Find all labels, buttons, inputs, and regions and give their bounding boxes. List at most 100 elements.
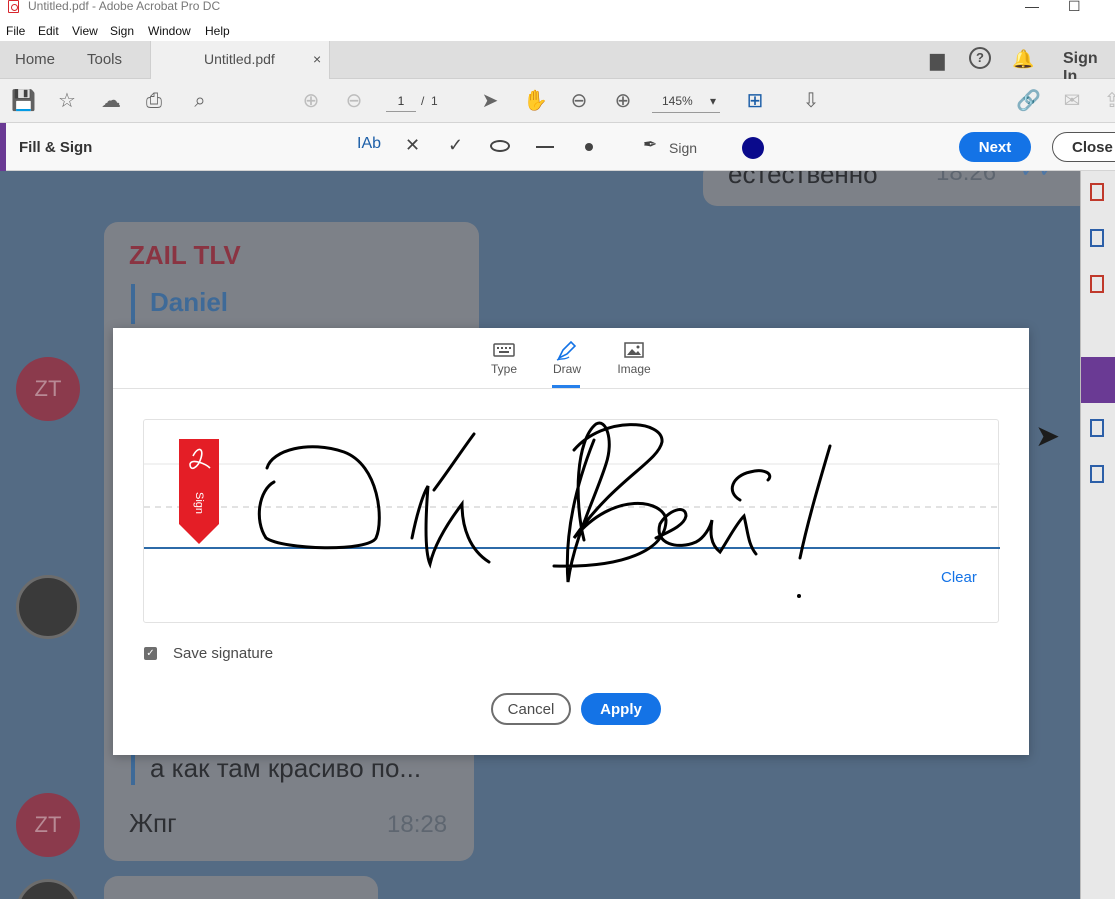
reply-quote-bar	[131, 284, 135, 324]
message-text: естественно	[728, 171, 878, 189]
menu-sign[interactable]: Sign	[110, 24, 134, 38]
add-text-tool[interactable]: IAb	[357, 135, 381, 153]
keyboard-icon	[493, 343, 515, 357]
avatar-photo	[16, 879, 80, 899]
right-tools-panel	[1080, 171, 1115, 899]
main-toolbar: 💾 ☆ ☁ ⎙ ⌕ ⊕ ⊖ 1 / 1 ➤ ✋ ⊖ ⊕ 145% ▾ ⊞ ⇩ 🔗 …	[0, 79, 1115, 123]
zoom-select[interactable]: 145% ▾	[652, 89, 720, 113]
page-total: 1	[431, 94, 438, 108]
tab-image[interactable]: Image	[611, 338, 657, 376]
tab-type-label: Type	[490, 362, 517, 376]
sign-pen-icon[interactable]: ✒	[643, 135, 657, 155]
acrobat-file-icon	[8, 0, 19, 13]
chat-message-partial	[104, 876, 378, 899]
flag-sign-label: Sign	[193, 492, 205, 514]
create-pdf-icon[interactable]	[1090, 229, 1104, 247]
active-tab-underline	[552, 385, 580, 388]
sign-tool-label[interactable]: Sign	[669, 140, 697, 156]
image-icon	[624, 342, 644, 358]
color-picker-swatch[interactable]	[742, 137, 764, 159]
save-icon[interactable]: 💾	[11, 89, 36, 113]
chat-message-top: естественно 18:26 ✓✓	[703, 171, 1080, 206]
avatar-photo	[16, 575, 80, 639]
tab-tools[interactable]: Tools	[87, 51, 122, 68]
page-display-icon[interactable]: ⊞	[743, 89, 767, 113]
upload-cloud-icon[interactable]: ☁	[99, 89, 123, 113]
tab-document[interactable]: Untitled.pdf ×	[150, 41, 330, 79]
help-icon[interactable]: ?	[969, 47, 991, 69]
signature-dialog: Type Draw Image Sign Clear ✓ Save signat…	[113, 328, 1029, 755]
ellipse-tool-icon[interactable]	[490, 140, 510, 152]
avatar: ZT	[16, 793, 80, 857]
select-cursor-icon[interactable]: ➤	[478, 89, 502, 113]
close-fill-sign-button[interactable]: Close	[1052, 132, 1115, 162]
signature-canvas[interactable]: Sign	[144, 420, 1000, 624]
zoom-value: 145%	[662, 94, 693, 108]
next-page-icon[interactable]: ⊖	[342, 89, 366, 113]
tab-bar: Home Tools Untitled.pdf × ▆ ? 🔔 Sign In	[0, 41, 1115, 85]
bell-icon[interactable]: 🔔	[1012, 49, 1034, 70]
menu-edit[interactable]: Edit	[38, 24, 59, 38]
tab-type[interactable]: Type	[481, 338, 527, 376]
prev-page-icon[interactable]: ⊕	[299, 89, 323, 113]
save-signature-label: Save signature	[173, 645, 274, 662]
email-icon[interactable]: ✉	[1060, 89, 1084, 113]
page-separator: /	[421, 94, 425, 108]
zoom-out-icon[interactable]: ⊖	[567, 89, 591, 113]
menu-file[interactable]: File	[6, 24, 25, 38]
signature-draw-area[interactable]: Sign	[143, 419, 1000, 624]
save-signature-checkbox[interactable]: ✓	[144, 647, 157, 660]
next-button[interactable]: Next	[959, 132, 1031, 162]
mouse-cursor-icon: ➤	[1035, 420, 1061, 453]
comment-icon[interactable]: ▆	[930, 49, 945, 72]
link-icon[interactable]: 🔗	[1016, 89, 1041, 113]
reply-name: Daniel	[150, 287, 229, 317]
print-icon[interactable]: ⎙	[142, 89, 166, 113]
close-tab-icon[interactable]: ×	[313, 51, 321, 67]
fill-sign-accent	[0, 123, 6, 171]
share-icon[interactable]: ⇪	[1100, 89, 1115, 113]
line-tool-icon[interactable]	[536, 146, 554, 148]
search-icon[interactable]: ⌕	[188, 89, 212, 113]
fill-sign-panel-item[interactable]	[1081, 357, 1115, 403]
avatar: ZT	[16, 357, 80, 421]
tab-draw-label: Draw	[552, 362, 581, 376]
fill-sign-toolbar: Fill & Sign IAb ✕ ✓ ✒ Sign Next Close	[0, 123, 1115, 171]
reply-quote-bar	[131, 751, 135, 785]
menu-help[interactable]: Help	[205, 24, 230, 38]
fill-sign-title: Fill & Sign	[19, 139, 93, 156]
hand-tool-icon[interactable]: ✋	[523, 89, 548, 113]
minimize-icon[interactable]: —	[1025, 0, 1039, 14]
sign-here-flag-icon: Sign	[179, 439, 219, 544]
message-text: Жпг	[129, 808, 177, 838]
pen-icon	[556, 340, 577, 361]
page-number-input[interactable]: 1	[386, 90, 416, 112]
tab-home[interactable]: Home	[15, 51, 55, 68]
scroll-mode-icon[interactable]: ⇩	[799, 89, 823, 113]
edit-pdf-icon[interactable]	[1090, 419, 1104, 437]
menu-view[interactable]: View	[72, 24, 98, 38]
clear-link[interactable]: Clear	[941, 569, 977, 586]
message-time: 18:26	[936, 171, 997, 186]
zoom-in-icon[interactable]: ⊕	[611, 89, 635, 113]
cross-mark-icon[interactable]: ✕	[405, 135, 420, 156]
cancel-button[interactable]: Cancel	[491, 693, 571, 725]
star-icon[interactable]: ☆	[55, 89, 79, 113]
window-title: Untitled.pdf - Adobe Acrobat Pro DC	[28, 0, 221, 13]
export-pdf-icon[interactable]	[1090, 183, 1104, 201]
chevron-down-icon: ▾	[709, 94, 716, 108]
dot-tool-icon[interactable]	[585, 143, 593, 151]
window-titlebar: Untitled.pdf - Adobe Acrobat Pro DC — ☐	[0, 0, 1115, 22]
organize-pages-icon[interactable]	[1090, 465, 1104, 483]
apply-button[interactable]: Apply	[581, 693, 661, 725]
message-time: 18:28	[387, 811, 448, 838]
tab-draw[interactable]: Draw	[544, 338, 590, 376]
read-checkmarks-icon: ✓✓	[1020, 171, 1057, 183]
sender-name: ZAIL TLV	[129, 240, 241, 270]
checkmark-icon[interactable]: ✓	[448, 135, 463, 156]
menu-window[interactable]: Window	[148, 24, 191, 38]
signature-mode-tabs: Type Draw Image	[113, 328, 1029, 389]
maximize-icon[interactable]: ☐	[1068, 0, 1081, 15]
combine-files-icon[interactable]	[1090, 275, 1104, 293]
menu-bar: File Edit View Sign Window Help	[0, 22, 1115, 41]
